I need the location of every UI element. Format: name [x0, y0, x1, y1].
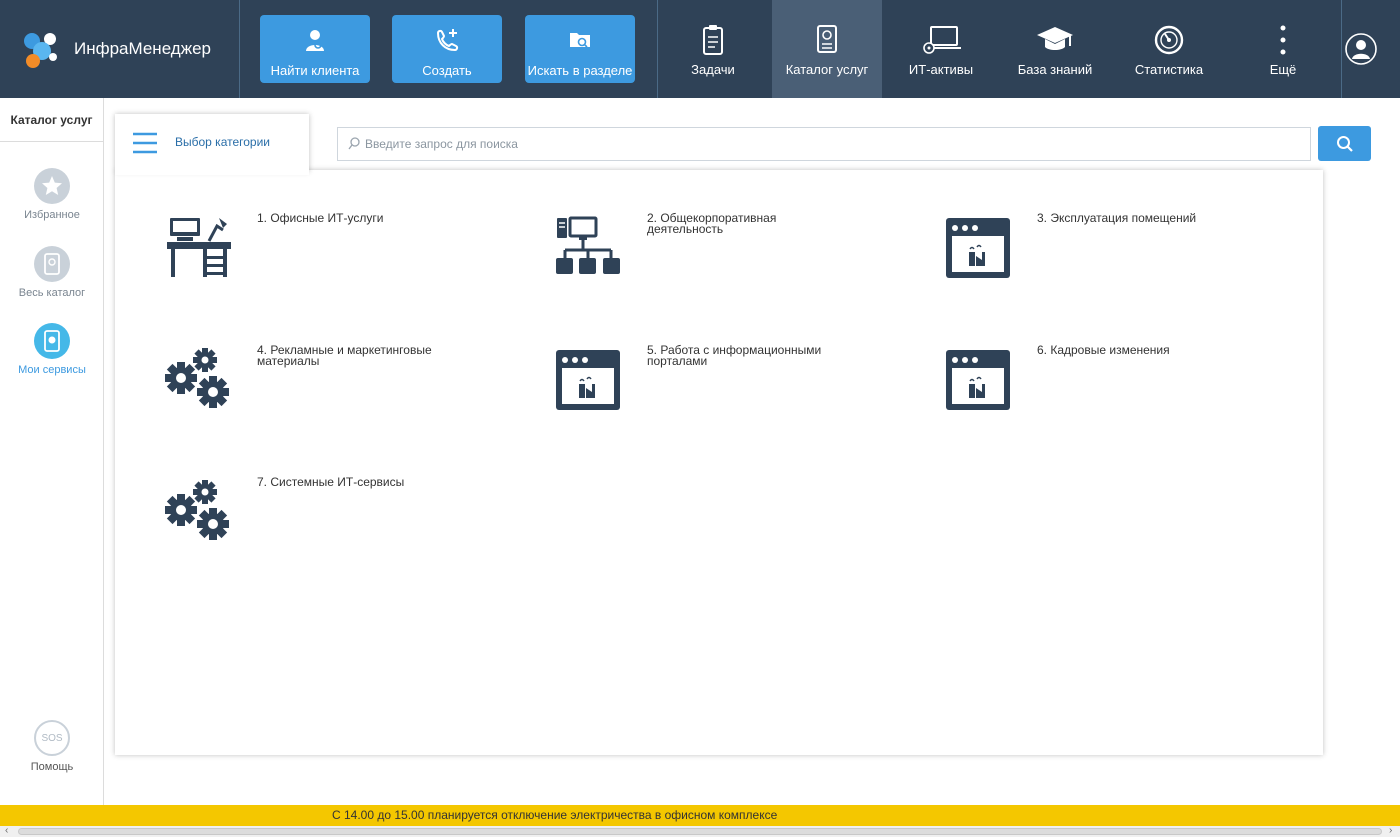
sidebar-title: Каталог услуг — [0, 98, 103, 142]
tab-connector — [115, 165, 309, 175]
sos-icon-text: SOS — [41, 732, 63, 744]
search-box — [337, 127, 1311, 161]
my-services-icon — [34, 323, 70, 359]
category-label: 2. Общекорпоративная деятельность — [647, 211, 777, 236]
folder-search-icon — [570, 33, 590, 48]
category-selector-label: Выбор категории — [175, 135, 271, 149]
announcement-ticker: С 14.00 до 15.00 планируется отключение … — [0, 805, 1400, 826]
logo-icon — [24, 33, 57, 68]
hamburger-menu-icon[interactable] — [133, 132, 157, 159]
sos-icon: SOS — [34, 720, 70, 756]
divider — [1341, 0, 1342, 98]
office-desk-icon — [167, 218, 231, 277]
factory-window-icon — [556, 350, 620, 410]
gears-icon — [165, 348, 229, 408]
find-client-label: Найти клиента — [270, 63, 360, 78]
app-logo[interactable]: ИнфраМенеджер — [0, 0, 240, 98]
create-button[interactable]: Создать — [392, 15, 502, 83]
star-icon — [34, 168, 70, 204]
search-input[interactable] — [365, 128, 1295, 160]
nav-knowledge-base[interactable]: База знаний — [1000, 0, 1110, 98]
gauge-icon — [1154, 25, 1184, 55]
sidebar-item-my-services[interactable]: Мои сервисы — [0, 323, 104, 376]
help-label: Помощь — [30, 761, 74, 773]
search-icon — [1336, 135, 1353, 152]
help-button[interactable]: SOS Помощь — [0, 720, 104, 773]
category-label: 1. Офисные ИТ-услуги — [257, 211, 384, 225]
nav-statistics-label: Статистика — [1134, 62, 1204, 77]
category-label: 7. Системные ИТ-сервисы — [257, 475, 405, 489]
search-hint-icon — [348, 137, 360, 150]
category-item[interactable]: 4. Рекламные и маркетинговые материалы — [115, 302, 495, 408]
find-client-button[interactable]: Найти клиента — [260, 15, 370, 83]
category-item[interactable]: 2. Общекорпоративная деятельность — [505, 170, 885, 274]
category-item[interactable]: 1. Офисные ИТ-услуги — [115, 170, 495, 277]
nav-it-assets-label: ИТ-активы — [908, 62, 974, 77]
category-item[interactable]: 6. Кадровые изменения — [895, 302, 1275, 410]
person-search-icon — [306, 30, 324, 51]
category-panel: 1. Офисные ИТ-услуги 2. Общекорпоративна… — [115, 170, 1323, 755]
network-icon — [556, 216, 620, 274]
nav-more[interactable]: Ещё — [1228, 0, 1338, 98]
nav-service-catalog-label: Каталог услуг — [785, 62, 869, 77]
left-sidebar: Каталог услуг Избранное Весь каталог Мои… — [0, 98, 104, 805]
nav-service-catalog[interactable]: Каталог услуг — [772, 0, 882, 98]
scroll-left-icon[interactable]: ‹ — [5, 825, 8, 836]
category-item[interactable]: 5. Работа с информационными порталами — [505, 302, 885, 410]
nav-knowledge-base-label: База знаний — [1017, 62, 1093, 77]
laptop-icon — [923, 26, 961, 54]
nav-tasks-label: Задачи — [691, 62, 735, 77]
search-in-section-button[interactable]: Искать в разделе — [525, 15, 635, 83]
search-button[interactable] — [1318, 126, 1371, 161]
sidebar-item-favorites[interactable]: Избранное — [0, 168, 104, 221]
nav-it-assets[interactable]: ИТ-активы — [886, 0, 996, 98]
category-selector[interactable]: Выбор категории — [115, 114, 309, 172]
factory-window-icon — [946, 218, 1010, 278]
category-label: 4. Рекламные и маркетинговые материалы — [257, 343, 432, 368]
horizontal-scrollbar[interactable]: ‹ › — [0, 825, 1400, 837]
app-title: ИнфраМенеджер — [74, 39, 211, 58]
create-label: Создать — [422, 63, 472, 78]
user-profile-button[interactable] — [1345, 33, 1377, 65]
announcement-text: С 14.00 до 15.00 планируется отключение … — [332, 808, 778, 822]
scrollbar-thumb[interactable] — [18, 828, 1382, 835]
top-bar: ИнфраМенеджер Найти клиента Создать Иска… — [0, 0, 1400, 98]
nav-more-label: Ещё — [1269, 62, 1297, 77]
catalog-book-icon — [817, 25, 837, 53]
category-item[interactable]: 3. Эксплуатация помещений — [895, 170, 1275, 278]
sidebar-item-favorites-label: Избранное — [24, 209, 80, 221]
sidebar-item-all-catalog[interactable]: Весь каталог — [0, 246, 104, 299]
book-icon — [34, 246, 70, 282]
sidebar-item-all-catalog-label: Весь каталог — [18, 287, 86, 299]
sidebar-item-my-services-label: Мои сервисы — [18, 364, 86, 376]
nav-tasks[interactable]: Задачи — [658, 0, 768, 98]
clipboard-icon — [703, 25, 723, 55]
factory-window-icon — [946, 350, 1010, 410]
phone-plus-icon — [436, 29, 459, 52]
category-label: 5. Работа с информационными порталами — [647, 343, 822, 368]
category-label: 3. Эксплуатация помещений — [1037, 211, 1197, 225]
scroll-right-icon[interactable]: › — [1389, 825, 1392, 836]
user-avatar-icon — [1345, 33, 1377, 65]
graduation-cap-icon — [1037, 27, 1073, 50]
category-item[interactable]: 7. Системные ИТ-сервисы — [115, 434, 495, 540]
gears-icon — [165, 480, 229, 540]
category-label: 6. Кадровые изменения — [1037, 343, 1170, 357]
nav-statistics[interactable]: Статистика — [1114, 0, 1224, 98]
search-in-section-label: Искать в разделе — [527, 63, 633, 78]
more-vertical-icon — [1280, 25, 1286, 55]
